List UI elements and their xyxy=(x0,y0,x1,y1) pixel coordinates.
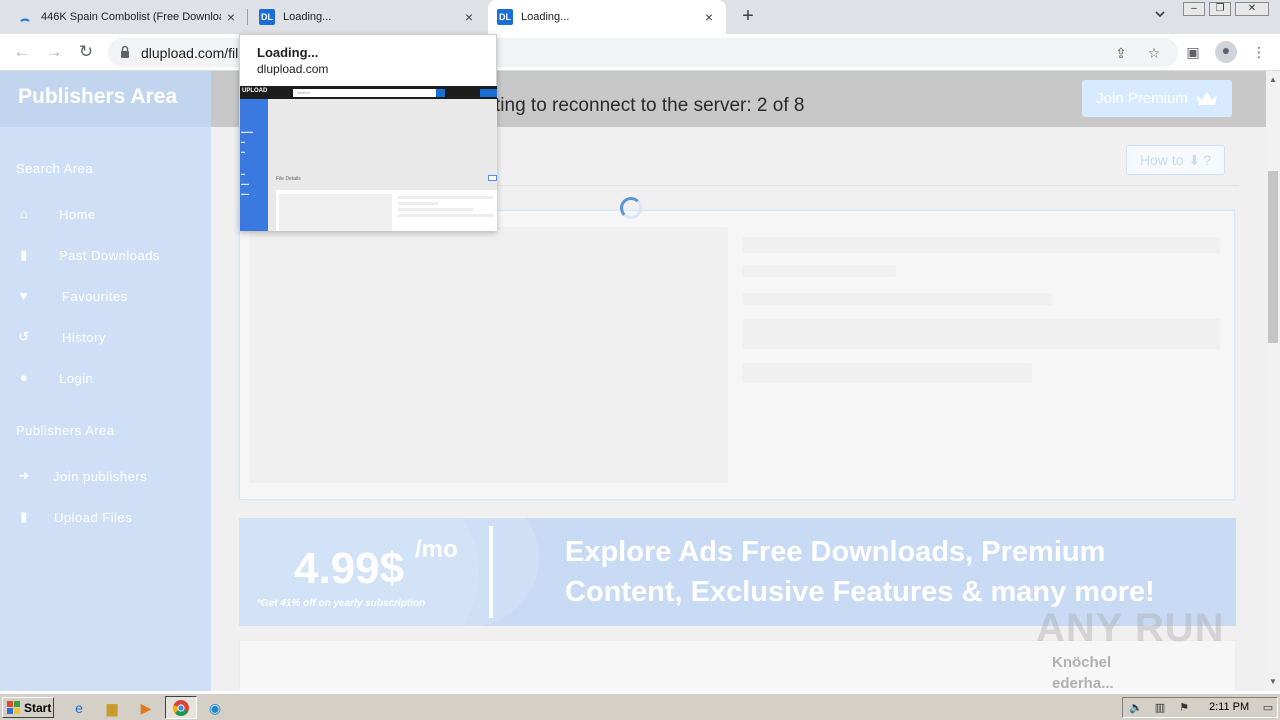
close-window-icon[interactable]: ✕ xyxy=(1235,2,1269,16)
tab-loading-active[interactable]: DL Loading... × xyxy=(488,0,726,34)
system-tray: 🔈 ▥ ⚑ 2:11 PM ▭ xyxy=(1122,697,1278,718)
watermark-caption: Knöchel ederha... xyxy=(1052,654,1114,692)
share-icon[interactable]: ⇪ xyxy=(1112,44,1130,62)
bookmark-star-icon[interactable]: ☆ xyxy=(1145,44,1163,62)
address-url: dlupload.com/fil xyxy=(141,45,239,61)
section-publishers-area: Publishers Area xyxy=(16,423,115,438)
loading-spinner-icon xyxy=(20,18,30,22)
maximize-window-icon[interactable]: ❐ xyxy=(1209,2,1231,16)
browser-toolbar: ← → ↻ dlupload.com/fil ⇪ ☆ ▣ ● ⋮ xyxy=(0,34,1280,71)
banner-price: 4.99$ xyxy=(294,544,405,593)
home-icon: ⌂ xyxy=(19,206,29,221)
tab-loading-1[interactable]: DL Loading... × xyxy=(250,0,486,34)
media-player-icon[interactable]: ▶ xyxy=(137,699,155,717)
taskbar-clock[interactable]: 2:11 PM xyxy=(1209,701,1249,713)
heart-icon: ♥ xyxy=(19,288,29,303)
sidebar-item-favourites[interactable]: ♥ Favourites xyxy=(16,285,128,307)
user-icon: ● xyxy=(19,370,29,385)
file-preview-placeholder xyxy=(250,227,728,483)
tab-hover-preview: Loading... dlupload.com UPLOAD Search...… xyxy=(239,34,497,231)
edge-icon[interactable]: ◉ xyxy=(206,699,224,717)
tab-title: 446K Spain Combolist (Free Downloa xyxy=(41,11,221,23)
dl-favicon-icon: DL xyxy=(497,9,513,25)
action-center-flag-icon[interactable]: ⚑ xyxy=(1177,701,1191,715)
file-details-card xyxy=(239,210,1235,500)
side-panel-icon[interactable]: ▣ xyxy=(1184,43,1202,61)
history-icon: ↺ xyxy=(18,329,30,344)
forward-arrow-icon[interactable]: → xyxy=(44,42,64,62)
tab-close-icon[interactable]: × xyxy=(462,10,476,24)
scrollbar-thumb[interactable] xyxy=(1268,171,1278,343)
start-button[interactable]: Start xyxy=(2,697,54,718)
join-premium-button[interactable]: Join Premium xyxy=(1082,80,1232,117)
banner-yearly-offer: *Get 41% off on yearly subscription xyxy=(257,598,426,609)
sidebar-item-home[interactable]: ⌂ Home xyxy=(16,203,96,225)
page-scrollbar[interactable]: ▲ ▼ xyxy=(1266,71,1280,691)
chrome-taskbar-button[interactable] xyxy=(165,696,197,719)
tab-spain-combolist[interactable]: 446K Spain Combolist (Free Downloa × xyxy=(0,0,248,34)
windows-taskbar: Start e ▆ ▶ ◉ 🔈 ▥ ⚑ 2:11 PM ▭ xyxy=(0,693,1280,720)
windows-flag-icon xyxy=(7,701,20,714)
preview-title: Loading... xyxy=(257,45,319,60)
new-tab-plus-icon[interactable]: + xyxy=(738,6,758,26)
dl-favicon-icon: DL xyxy=(259,9,275,25)
sidebar-item-login[interactable]: ● Login xyxy=(16,367,93,389)
show-desktop-icon[interactable]: ▭ xyxy=(1261,701,1275,715)
how-to-download-button[interactable]: How to ⬇ ? xyxy=(1126,145,1225,175)
crown-icon xyxy=(1196,91,1217,105)
file-icon: ▮ xyxy=(20,247,28,262)
banner-per-month: /mo xyxy=(415,536,458,563)
banner-promo-text: Explore Ads Free Downloads, Premium Cont… xyxy=(565,536,1155,608)
brand-title[interactable]: Publishers Area xyxy=(18,85,177,109)
scroll-down-arrow-icon[interactable]: ▼ xyxy=(1268,677,1278,686)
sidebar-item-upload-files[interactable]: ▮ Upload Files xyxy=(16,506,132,528)
web-page: Publishers Area Search Area ⌂ Home ▮ Pas… xyxy=(0,71,1266,691)
loading-spinner-icon xyxy=(620,197,642,219)
scroll-up-arrow-icon[interactable]: ▲ xyxy=(1268,75,1278,84)
chrome-icon xyxy=(172,700,189,716)
reload-icon[interactable]: ↻ xyxy=(76,42,96,62)
sidebar-item-join-publishers[interactable]: ➜ Join publishers xyxy=(16,465,147,487)
internet-explorer-icon[interactable]: e xyxy=(70,699,88,717)
browser-tab-strip: 446K Spain Combolist (Free Downloa × DL … xyxy=(0,0,1280,34)
back-arrow-icon[interactable]: ← xyxy=(12,42,32,62)
anyrun-watermark: ANY RUN xyxy=(1036,606,1225,650)
tab-close-icon[interactable]: × xyxy=(224,10,238,24)
section-search-area: Search Area xyxy=(16,161,94,176)
network-icon[interactable]: ▥ xyxy=(1153,701,1167,715)
reconnect-message: ting to reconnect to the server: 2 of 8 xyxy=(495,95,805,116)
volume-icon[interactable]: 🔈 xyxy=(1129,701,1143,715)
tab-search-chevron-icon[interactable] xyxy=(1152,8,1168,24)
tab-title: Loading... xyxy=(283,11,332,23)
file-upload-icon: ▮ xyxy=(20,509,28,524)
folder-icon[interactable]: ▆ xyxy=(103,699,121,717)
sign-in-icon: ➜ xyxy=(18,468,30,483)
sidebar-item-history[interactable]: ↺ History xyxy=(16,326,106,348)
profile-avatar-icon[interactable]: ● xyxy=(1215,41,1237,63)
menu-kebab-icon[interactable]: ⋮ xyxy=(1250,43,1268,61)
sidebar: Publishers Area Search Area ⌂ Home ▮ Pas… xyxy=(0,71,211,691)
tab-title: Loading... xyxy=(521,11,570,23)
download-icon: ⬇ xyxy=(1188,151,1201,168)
preview-thumbnail: UPLOAD Search... ▬▬▬ ▬ ▬ ▬ ▬▬ ▬▬ File De… xyxy=(240,86,497,231)
lock-icon xyxy=(121,45,129,58)
sidebar-item-past-downloads[interactable]: ▮ Past Downloads xyxy=(16,244,160,266)
minimize-window-icon[interactable]: – xyxy=(1183,2,1205,16)
preview-domain: dlupload.com xyxy=(257,62,329,76)
tab-close-icon[interactable]: × xyxy=(702,10,716,24)
